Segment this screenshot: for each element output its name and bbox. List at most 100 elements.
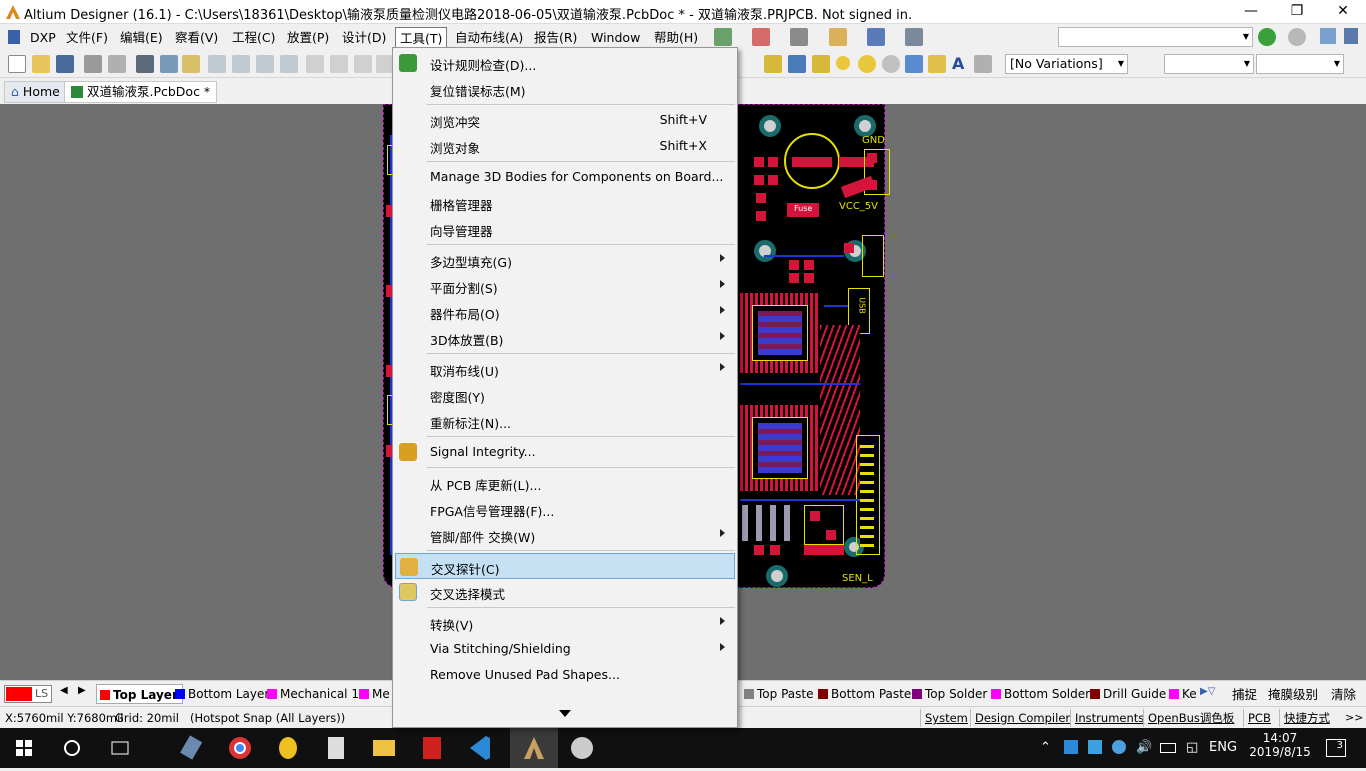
- layer-tab-mechanical-partial[interactable]: Me: [356, 684, 390, 704]
- cut-icon[interactable]: [306, 55, 324, 73]
- menu-item-pin-part-swapping[interactable]: 管脚/部件 交换(W): [395, 522, 735, 548]
- menu-item-3d-body-placement[interactable]: 3D体放置(B): [395, 325, 735, 351]
- board-icon[interactable]: [160, 55, 178, 73]
- menu-tools[interactable]: 工具(T): [395, 27, 448, 49]
- doc-icon[interactable]: [1344, 28, 1358, 44]
- altium-task-icon[interactable]: [510, 728, 558, 768]
- menu-project[interactable]: 工程(C): [228, 27, 279, 48]
- search-icon[interactable]: [48, 728, 96, 768]
- menu-item-signal-integrity[interactable]: Signal Integrity...: [395, 439, 735, 465]
- calculator-icon[interactable]: [312, 728, 360, 768]
- variations-combo[interactable]: [No Variations] ▼: [1005, 54, 1128, 74]
- save-icon[interactable]: [56, 55, 74, 73]
- menu-autoroute[interactable]: 自动布线(A): [451, 27, 527, 48]
- toolbar-combo-3[interactable]: ▼: [1256, 54, 1344, 74]
- arc-icon[interactable]: [882, 55, 900, 73]
- filter-icon[interactable]: [280, 55, 298, 73]
- qq-icon[interactable]: [264, 728, 312, 768]
- status-more-icon[interactable]: >>: [1345, 711, 1363, 724]
- menu-window[interactable]: Window: [587, 27, 644, 48]
- tray-app-icon[interactable]: [1112, 740, 1126, 754]
- panel-openbus[interactable]: OpenBus调色板: [1143, 709, 1238, 727]
- menu-file[interactable]: 文件(F): [62, 27, 112, 48]
- menu-expand-arrow-icon[interactable]: [559, 710, 571, 717]
- toolbar-combo-1[interactable]: ▼: [1058, 27, 1253, 47]
- tray-app-icon[interactable]: [1088, 740, 1102, 754]
- tab-pcbdoc[interactable]: 双道输液泵.PcbDoc *: [64, 81, 218, 103]
- menu-item-remove-unused-pad-shapes[interactable]: Remove Unused Pad Shapes...: [395, 662, 735, 688]
- grid-icon[interactable]: [905, 28, 923, 46]
- layer-tab-top-layer[interactable]: Top Layer: [96, 684, 183, 704]
- layer-tab-bottom-solder[interactable]: Bottom Solder: [988, 684, 1090, 704]
- chrome-icon[interactable]: [216, 728, 264, 768]
- menu-view[interactable]: 察看(V): [171, 27, 222, 48]
- distribute-icon[interactable]: [829, 28, 847, 46]
- layer-tab-bottom-paste[interactable]: Bottom Paste: [815, 684, 911, 704]
- app-circle-icon[interactable]: [558, 728, 606, 768]
- component-place-icon[interactable]: [974, 55, 992, 73]
- tray-expand-icon[interactable]: ⌃: [1040, 740, 1051, 755]
- panel-design-compiler[interactable]: Design Compiler: [970, 709, 1074, 727]
- panel-shortcuts[interactable]: 快捷方式: [1279, 709, 1334, 727]
- chart-icon[interactable]: [714, 28, 732, 46]
- file-explorer-icon[interactable]: [360, 728, 408, 768]
- tab-home[interactable]: ⌂ Home: [4, 81, 67, 103]
- folder-icon[interactable]: [182, 55, 200, 73]
- task-view-icon[interactable]: [96, 728, 144, 768]
- menu-reports[interactable]: 报告(R): [530, 27, 581, 48]
- menu-item-design-rule-check[interactable]: 设计规则检查(D)...: [395, 50, 735, 76]
- minimize-button[interactable]: —: [1228, 0, 1274, 24]
- snap-button[interactable]: 捕捉: [1232, 684, 1257, 703]
- layer-tab-top-paste[interactable]: Top Paste: [741, 684, 813, 704]
- volume-icon[interactable]: 🔊: [1136, 740, 1152, 755]
- menu-design[interactable]: 设计(D): [338, 27, 390, 48]
- string-icon[interactable]: A: [952, 54, 964, 73]
- layer-scroll-right[interactable]: ▶: [78, 685, 86, 696]
- paste-icon[interactable]: [354, 55, 372, 73]
- maximize-button[interactable]: ❐: [1274, 0, 1320, 24]
- layer-tab-top-solder[interactable]: Top Solder: [909, 684, 987, 704]
- layer-tab-keepout-partial[interactable]: Ke: [1166, 684, 1197, 704]
- menu-item-manage-3d-bodies[interactable]: Manage 3D Bodies for Components on Board…: [395, 164, 735, 190]
- ime-indicator[interactable]: ENG: [1209, 740, 1237, 755]
- menu-item-browse-violations[interactable]: 浏览冲突 Shift+V: [395, 107, 735, 133]
- menu-item-via-stitching-shielding[interactable]: Via Stitching/Shielding: [395, 636, 735, 662]
- zoom-area-icon[interactable]: [232, 55, 250, 73]
- layer-tab-drill-guide[interactable]: Drill Guide: [1087, 684, 1166, 704]
- forward-icon[interactable]: [1288, 28, 1306, 46]
- panel-instruments[interactable]: Instruments: [1070, 709, 1148, 727]
- zoom-fit-icon[interactable]: [208, 55, 226, 73]
- menu-item-update-from-pcb-library[interactable]: 从 PCB 库更新(L)...: [395, 470, 735, 496]
- menu-item-unroute[interactable]: 取消布线(U): [395, 356, 735, 382]
- via-icon[interactable]: [858, 55, 876, 73]
- align-icon[interactable]: [752, 28, 770, 46]
- diff-pair-icon[interactable]: [788, 55, 806, 73]
- fill-icon[interactable]: [905, 55, 923, 73]
- panel-pcb[interactable]: PCB: [1243, 709, 1275, 727]
- print-preview-icon[interactable]: [108, 55, 126, 73]
- current-layer-indicator[interactable]: LS: [4, 685, 52, 703]
- component-icon[interactable]: [790, 28, 808, 46]
- close-button[interactable]: ✕: [1320, 0, 1366, 24]
- network-icon[interactable]: ◱: [1186, 740, 1198, 755]
- menu-item-polygon-pours[interactable]: 多边型填充(G): [395, 247, 735, 273]
- menu-item-cross-select-mode[interactable]: 交叉选择模式: [395, 579, 735, 605]
- pdf-reader-icon[interactable]: [408, 728, 456, 768]
- home-icon[interactable]: [1320, 28, 1336, 44]
- copy-icon[interactable]: [330, 55, 348, 73]
- menu-edit[interactable]: 编辑(E): [116, 27, 167, 48]
- zoom-select-icon[interactable]: [256, 55, 274, 73]
- back-icon[interactable]: [1258, 28, 1276, 46]
- layer-tab-mechanical-1[interactable]: Mechanical 1: [264, 684, 359, 704]
- menu-item-component-placement[interactable]: 器件布局(O): [395, 299, 735, 325]
- menu-item-grid-manager[interactable]: 栅格管理器: [395, 190, 735, 216]
- menu-item-density-map[interactable]: 密度图(Y): [395, 382, 735, 408]
- layer-tab-bottom-layer[interactable]: Bottom Layer: [172, 684, 269, 704]
- menu-item-fpga-signal-manager[interactable]: FPGA信号管理器(F)...: [395, 496, 735, 522]
- menu-item-re-annotate[interactable]: 重新标注(N)...: [395, 408, 735, 434]
- tray-app-icon[interactable]: [1064, 740, 1078, 754]
- layer-more-arrows-icon[interactable]: ▶▽: [1200, 686, 1215, 697]
- multi-route-icon[interactable]: [812, 55, 830, 73]
- 3d-icon[interactable]: [136, 55, 154, 73]
- polygon-icon[interactable]: [928, 55, 946, 73]
